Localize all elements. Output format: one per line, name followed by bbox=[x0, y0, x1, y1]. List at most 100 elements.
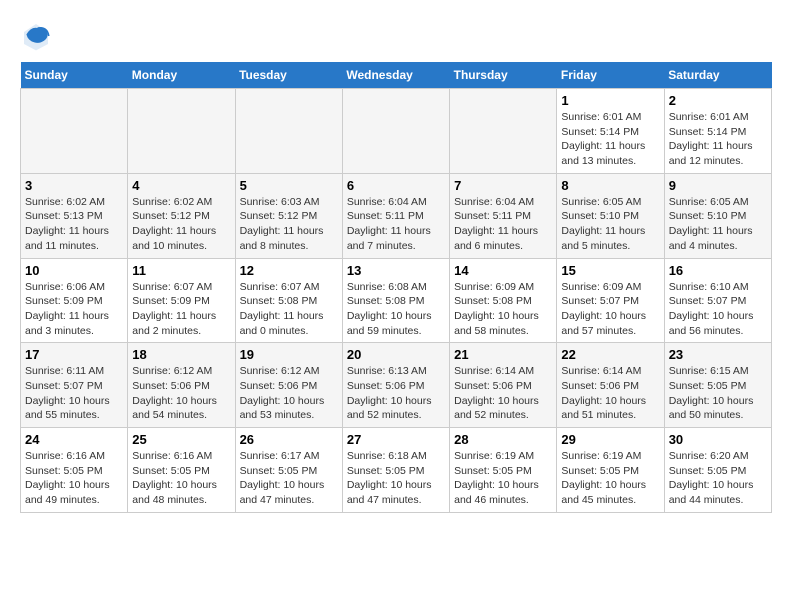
day-info: Sunrise: 6:14 AM Sunset: 5:06 PM Dayligh… bbox=[561, 364, 659, 423]
day-number: 21 bbox=[454, 347, 552, 362]
day-info: Sunrise: 6:11 AM Sunset: 5:07 PM Dayligh… bbox=[25, 364, 123, 423]
calendar-body: 1 Sunrise: 6:01 AM Sunset: 5:14 PM Daylig… bbox=[21, 89, 772, 513]
calendar-cell bbox=[450, 89, 557, 174]
day-info: Sunrise: 6:13 AM Sunset: 5:06 PM Dayligh… bbox=[347, 364, 445, 423]
day-number: 17 bbox=[25, 347, 123, 362]
calendar-week-2: 3 Sunrise: 6:02 AM Sunset: 5:13 PM Daylig… bbox=[21, 173, 772, 258]
column-header-saturday: Saturday bbox=[664, 62, 771, 89]
page-header bbox=[20, 20, 772, 52]
logo bbox=[20, 20, 58, 52]
calendar-week-4: 17 Sunrise: 6:11 AM Sunset: 5:07 PM Dayli… bbox=[21, 343, 772, 428]
column-header-monday: Monday bbox=[128, 62, 235, 89]
day-info: Sunrise: 6:14 AM Sunset: 5:06 PM Dayligh… bbox=[454, 364, 552, 423]
day-number: 15 bbox=[561, 263, 659, 278]
calendar-week-3: 10 Sunrise: 6:06 AM Sunset: 5:09 PM Dayli… bbox=[21, 258, 772, 343]
day-info: Sunrise: 6:01 AM Sunset: 5:14 PM Dayligh… bbox=[669, 110, 767, 169]
logo-icon bbox=[20, 20, 52, 52]
calendar-cell bbox=[128, 89, 235, 174]
day-info: Sunrise: 6:17 AM Sunset: 5:05 PM Dayligh… bbox=[240, 449, 338, 508]
calendar-cell: 2 Sunrise: 6:01 AM Sunset: 5:14 PM Daylig… bbox=[664, 89, 771, 174]
day-info: Sunrise: 6:03 AM Sunset: 5:12 PM Dayligh… bbox=[240, 195, 338, 254]
day-info: Sunrise: 6:07 AM Sunset: 5:08 PM Dayligh… bbox=[240, 280, 338, 339]
calendar-header: SundayMondayTuesdayWednesdayThursdayFrid… bbox=[21, 62, 772, 89]
day-number: 23 bbox=[669, 347, 767, 362]
day-info: Sunrise: 6:10 AM Sunset: 5:07 PM Dayligh… bbox=[669, 280, 767, 339]
calendar-cell: 11 Sunrise: 6:07 AM Sunset: 5:09 PM Dayli… bbox=[128, 258, 235, 343]
day-number: 2 bbox=[669, 93, 767, 108]
calendar-cell: 18 Sunrise: 6:12 AM Sunset: 5:06 PM Dayli… bbox=[128, 343, 235, 428]
calendar-cell: 7 Sunrise: 6:04 AM Sunset: 5:11 PM Daylig… bbox=[450, 173, 557, 258]
calendar-week-1: 1 Sunrise: 6:01 AM Sunset: 5:14 PM Daylig… bbox=[21, 89, 772, 174]
day-info: Sunrise: 6:01 AM Sunset: 5:14 PM Dayligh… bbox=[561, 110, 659, 169]
day-number: 26 bbox=[240, 432, 338, 447]
day-info: Sunrise: 6:20 AM Sunset: 5:05 PM Dayligh… bbox=[669, 449, 767, 508]
calendar-cell: 19Sunrise: 6:12 AM Sunset: 5:06 PM Dayli… bbox=[235, 343, 342, 428]
calendar-cell: 3 Sunrise: 6:02 AM Sunset: 5:13 PM Daylig… bbox=[21, 173, 128, 258]
day-info: Sunrise: 6:19 AM Sunset: 5:05 PM Dayligh… bbox=[454, 449, 552, 508]
calendar-cell: 14Sunrise: 6:09 AM Sunset: 5:08 PM Dayli… bbox=[450, 258, 557, 343]
day-number: 18 bbox=[132, 347, 230, 362]
column-header-tuesday: Tuesday bbox=[235, 62, 342, 89]
day-number: 3 bbox=[25, 178, 123, 193]
calendar-cell: 21 Sunrise: 6:14 AM Sunset: 5:06 PM Dayli… bbox=[450, 343, 557, 428]
day-info: Sunrise: 6:06 AM Sunset: 5:09 PM Dayligh… bbox=[25, 280, 123, 339]
calendar-cell: 1 Sunrise: 6:01 AM Sunset: 5:14 PM Daylig… bbox=[557, 89, 664, 174]
day-info: Sunrise: 6:04 AM Sunset: 5:11 PM Dayligh… bbox=[454, 195, 552, 254]
calendar-cell: 23 Sunrise: 6:15 AM Sunset: 5:05 PM Dayli… bbox=[664, 343, 771, 428]
day-info: Sunrise: 6:19 AM Sunset: 5:05 PM Dayligh… bbox=[561, 449, 659, 508]
calendar-cell: 4Sunrise: 6:02 AM Sunset: 5:12 PM Daylig… bbox=[128, 173, 235, 258]
column-header-sunday: Sunday bbox=[21, 62, 128, 89]
day-info: Sunrise: 6:07 AM Sunset: 5:09 PM Dayligh… bbox=[132, 280, 230, 339]
day-number: 28 bbox=[454, 432, 552, 447]
day-info: Sunrise: 6:15 AM Sunset: 5:05 PM Dayligh… bbox=[669, 364, 767, 423]
day-number: 22 bbox=[561, 347, 659, 362]
calendar-cell: 24Sunrise: 6:16 AM Sunset: 5:05 PM Dayli… bbox=[21, 428, 128, 513]
day-number: 5 bbox=[240, 178, 338, 193]
day-info: Sunrise: 6:02 AM Sunset: 5:13 PM Dayligh… bbox=[25, 195, 123, 254]
day-info: Sunrise: 6:12 AM Sunset: 5:06 PM Dayligh… bbox=[240, 364, 338, 423]
calendar-cell: 16Sunrise: 6:10 AM Sunset: 5:07 PM Dayli… bbox=[664, 258, 771, 343]
calendar-cell: 26 Sunrise: 6:17 AM Sunset: 5:05 PM Dayli… bbox=[235, 428, 342, 513]
day-info: Sunrise: 6:16 AM Sunset: 5:05 PM Dayligh… bbox=[25, 449, 123, 508]
day-number: 14 bbox=[454, 263, 552, 278]
day-number: 11 bbox=[132, 263, 230, 278]
calendar-cell: 20Sunrise: 6:13 AM Sunset: 5:06 PM Dayli… bbox=[342, 343, 449, 428]
day-info: Sunrise: 6:09 AM Sunset: 5:07 PM Dayligh… bbox=[561, 280, 659, 339]
calendar-cell: 27Sunrise: 6:18 AM Sunset: 5:05 PM Dayli… bbox=[342, 428, 449, 513]
day-number: 27 bbox=[347, 432, 445, 447]
calendar-cell: 29Sunrise: 6:19 AM Sunset: 5:05 PM Dayli… bbox=[557, 428, 664, 513]
day-info: Sunrise: 6:16 AM Sunset: 5:05 PM Dayligh… bbox=[132, 449, 230, 508]
day-number: 8 bbox=[561, 178, 659, 193]
day-info: Sunrise: 6:08 AM Sunset: 5:08 PM Dayligh… bbox=[347, 280, 445, 339]
day-number: 12 bbox=[240, 263, 338, 278]
calendar-cell: 30 Sunrise: 6:20 AM Sunset: 5:05 PM Dayli… bbox=[664, 428, 771, 513]
day-info: Sunrise: 6:02 AM Sunset: 5:12 PM Dayligh… bbox=[132, 195, 230, 254]
calendar-cell bbox=[21, 89, 128, 174]
day-number: 9 bbox=[669, 178, 767, 193]
day-number: 30 bbox=[669, 432, 767, 447]
column-header-friday: Friday bbox=[557, 62, 664, 89]
calendar-cell bbox=[235, 89, 342, 174]
day-number: 13 bbox=[347, 263, 445, 278]
day-info: Sunrise: 6:05 AM Sunset: 5:10 PM Dayligh… bbox=[669, 195, 767, 254]
day-info: Sunrise: 6:05 AM Sunset: 5:10 PM Dayligh… bbox=[561, 195, 659, 254]
calendar-cell: 12 Sunrise: 6:07 AM Sunset: 5:08 PM Dayli… bbox=[235, 258, 342, 343]
calendar-cell: 9 Sunrise: 6:05 AM Sunset: 5:10 PM Daylig… bbox=[664, 173, 771, 258]
day-number: 1 bbox=[561, 93, 659, 108]
calendar-cell: 22 Sunrise: 6:14 AM Sunset: 5:06 PM Dayli… bbox=[557, 343, 664, 428]
calendar-week-5: 24Sunrise: 6:16 AM Sunset: 5:05 PM Dayli… bbox=[21, 428, 772, 513]
calendar-cell bbox=[342, 89, 449, 174]
calendar-cell: 5 Sunrise: 6:03 AM Sunset: 5:12 PM Daylig… bbox=[235, 173, 342, 258]
day-number: 25 bbox=[132, 432, 230, 447]
calendar-cell: 13 Sunrise: 6:08 AM Sunset: 5:08 PM Dayli… bbox=[342, 258, 449, 343]
day-number: 10 bbox=[25, 263, 123, 278]
day-number: 6 bbox=[347, 178, 445, 193]
calendar-cell: 28 Sunrise: 6:19 AM Sunset: 5:05 PM Dayli… bbox=[450, 428, 557, 513]
day-info: Sunrise: 6:12 AM Sunset: 5:06 PM Dayligh… bbox=[132, 364, 230, 423]
calendar-cell: 6Sunrise: 6:04 AM Sunset: 5:11 PM Daylig… bbox=[342, 173, 449, 258]
calendar-cell: 8 Sunrise: 6:05 AM Sunset: 5:10 PM Daylig… bbox=[557, 173, 664, 258]
column-header-wednesday: Wednesday bbox=[342, 62, 449, 89]
day-number: 7 bbox=[454, 178, 552, 193]
column-header-thursday: Thursday bbox=[450, 62, 557, 89]
calendar-cell: 25 Sunrise: 6:16 AM Sunset: 5:05 PM Dayli… bbox=[128, 428, 235, 513]
